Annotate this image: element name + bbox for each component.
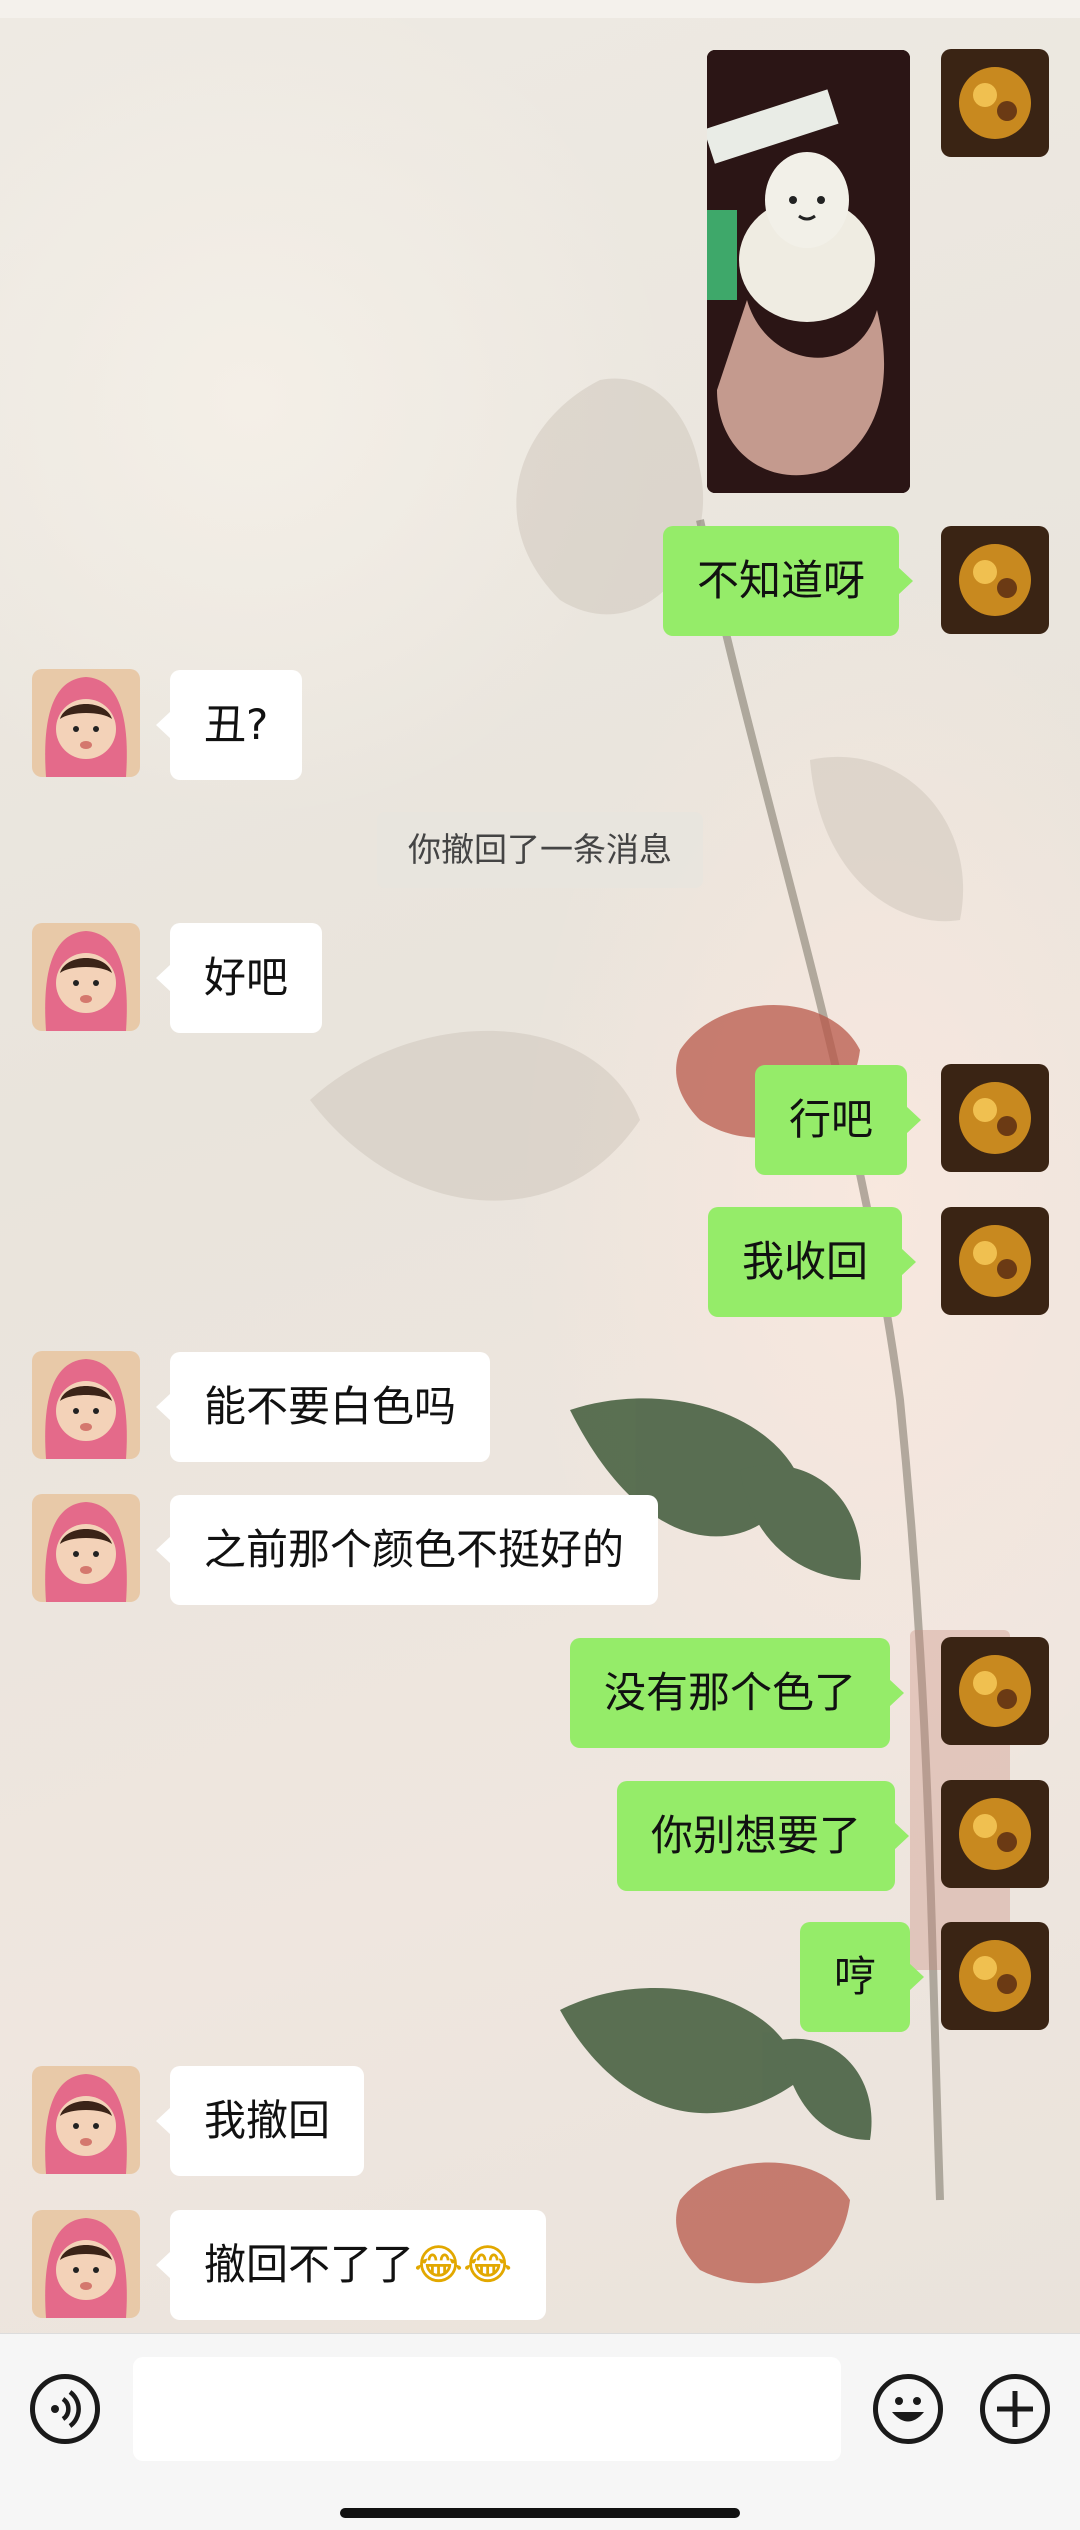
message-text: 行吧 <box>789 1095 874 1144</box>
more-button[interactable] <box>980 2374 1050 2444</box>
message-text: 我撤回 <box>204 2096 331 2145</box>
outgoing-message-bubble[interactable]: 我收回 <box>708 1207 917 1317</box>
message-text: 你别想要了 <box>651 1811 862 1860</box>
recall-notice: 你撤回了一条消息 <box>377 812 703 888</box>
crochet-toy-photo <box>707 50 910 493</box>
message-text: 能不要白色吗 <box>204 1382 457 1431</box>
message-text: 好吧 <box>204 953 289 1002</box>
message-text: 我收回 <box>742 1237 869 1286</box>
voice-icon <box>51 2390 81 2428</box>
outgoing-message-bubble[interactable]: 行吧 <box>755 1065 922 1175</box>
chat-input-bar <box>0 2333 1080 2530</box>
message-text: 不知道呀 <box>697 556 866 605</box>
laughing-emoji: 😂😂 <box>414 2240 513 2289</box>
message-input[interactable] <box>133 2357 841 2461</box>
outgoing-message-bubble[interactable]: 哼 <box>800 1922 925 2032</box>
contact-avatar[interactable] <box>32 669 140 777</box>
my-avatar[interactable] <box>941 49 1049 157</box>
incoming-message-bubble[interactable]: 撤回不了了😂😂 <box>155 2210 547 2320</box>
my-avatar[interactable] <box>941 1207 1049 1315</box>
outgoing-message-bubble[interactable]: 不知道呀 <box>663 526 914 636</box>
contact-avatar[interactable] <box>32 1351 140 1459</box>
outgoing-message-bubble[interactable]: 没有那个色了 <box>570 1638 905 1748</box>
incoming-message-bubble[interactable]: 好吧 <box>155 923 323 1033</box>
contact-avatar[interactable] <box>32 2210 140 2318</box>
message-text: 哼 <box>834 1952 877 2001</box>
incoming-message-bubble[interactable]: 我撤回 <box>155 2066 365 2176</box>
message-text: 之前那个颜色不挺好的 <box>204 1525 625 1574</box>
my-avatar[interactable] <box>941 1922 1049 2030</box>
voice-button[interactable] <box>30 2374 100 2444</box>
my-avatar[interactable] <box>941 1064 1049 1172</box>
my-avatar[interactable] <box>941 1780 1049 1888</box>
my-avatar[interactable] <box>941 1637 1049 1745</box>
photo-message[interactable] <box>707 50 910 493</box>
message-text: 没有那个色了 <box>604 1668 857 1717</box>
incoming-message-bubble[interactable]: 之前那个颜色不挺好的 <box>155 1495 659 1605</box>
incoming-message-bubble[interactable]: 能不要白色吗 <box>155 1352 491 1462</box>
outgoing-message-bubble[interactable]: 你别想要了 <box>617 1781 910 1891</box>
contact-avatar[interactable] <box>32 2066 140 2174</box>
emoji-button[interactable] <box>873 2374 943 2444</box>
message-text: 丑? <box>204 700 269 749</box>
home-indicator <box>340 2508 740 2518</box>
contact-avatar[interactable] <box>32 1494 140 1602</box>
contact-avatar[interactable] <box>32 923 140 1031</box>
message-text: 撤回不了了 <box>204 2240 415 2289</box>
plus-icon <box>997 2391 1033 2427</box>
incoming-message-bubble[interactable]: 丑? <box>155 670 303 780</box>
my-avatar[interactable] <box>941 526 1049 634</box>
emoji-icon <box>892 2397 924 2422</box>
rose-wallpaper-graphic <box>310 378 1010 2284</box>
